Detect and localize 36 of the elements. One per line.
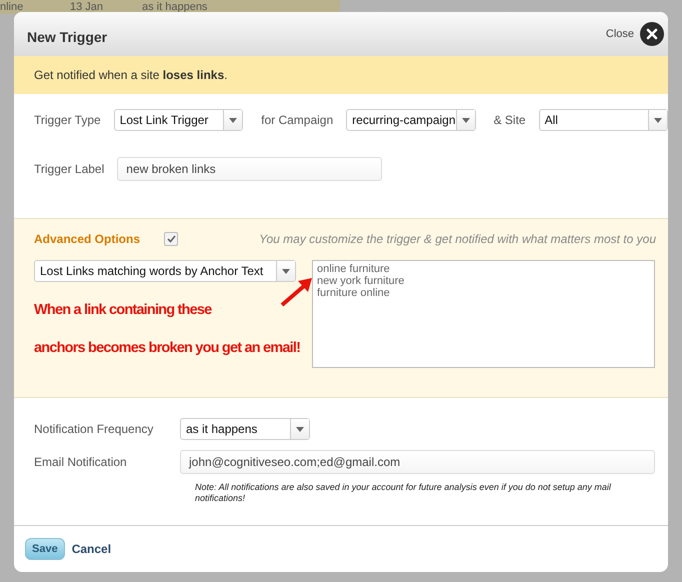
- keywords-textarea[interactable]: online furniture new york furniture furniture online: [312, 260, 655, 368]
- check-icon: [166, 235, 176, 243]
- caret-icon: [282, 268, 290, 274]
- dialog-title: New Trigger: [27, 29, 108, 45]
- annotation-arrow: [280, 277, 314, 307]
- background-text: nline: [0, 1, 24, 13]
- caret-icon: [296, 426, 304, 432]
- field-label: & Site: [494, 113, 526, 127]
- close-icon[interactable]: [640, 22, 664, 46]
- background-text: 13 Jan: [70, 1, 104, 13]
- field-label: Notification Frequency: [34, 422, 154, 436]
- frequency-dropdown[interactable]: as it happens: [180, 418, 310, 440]
- save-button[interactable]: Save: [25, 538, 65, 560]
- field-label: Trigger Label: [34, 162, 104, 176]
- field-label: for Campaign: [261, 113, 334, 127]
- caret-icon: [654, 118, 662, 122]
- field-label: Email Notification: [34, 455, 128, 469]
- cancel-link[interactable]: Cancel: [72, 542, 112, 556]
- checkbox[interactable]: [164, 232, 178, 246]
- field-label: Trigger Type: [34, 113, 101, 127]
- caret-icon: [229, 118, 238, 122]
- trigger-type-dropdown[interactable]: Lost Link Trigger: [114, 109, 244, 131]
- background-text: as it happens: [142, 1, 208, 13]
- campaign-dropdown[interactable]: recurring-campaign: [346, 109, 476, 131]
- section-title: Advanced Options: [34, 232, 142, 246]
- close-link[interactable]: Close: [606, 28, 634, 40]
- annotation-text: anchors becomes broken you get an email!: [34, 340, 300, 356]
- site-dropdown[interactable]: All: [538, 109, 668, 131]
- note-text: Note: All notifications are also saved in your account for future analysis even if you do not setup any mail notifications!: [195, 482, 612, 504]
- email-field[interactable]: john@cognitiveseo.com;ed@gmail.com: [180, 450, 655, 474]
- trigger-label-field[interactable]: new broken links: [117, 157, 382, 181]
- hint-text: You may customize the trigger & get notified with what matters most to you: [259, 232, 656, 246]
- filter-dropdown[interactable]: Lost Links matching words by Anchor Text: [34, 260, 296, 282]
- banner-text: Get notified when a site loses links.: [34, 68, 228, 82]
- caret-icon: [462, 118, 470, 122]
- annotation-text: When a link containing these: [34, 302, 212, 318]
